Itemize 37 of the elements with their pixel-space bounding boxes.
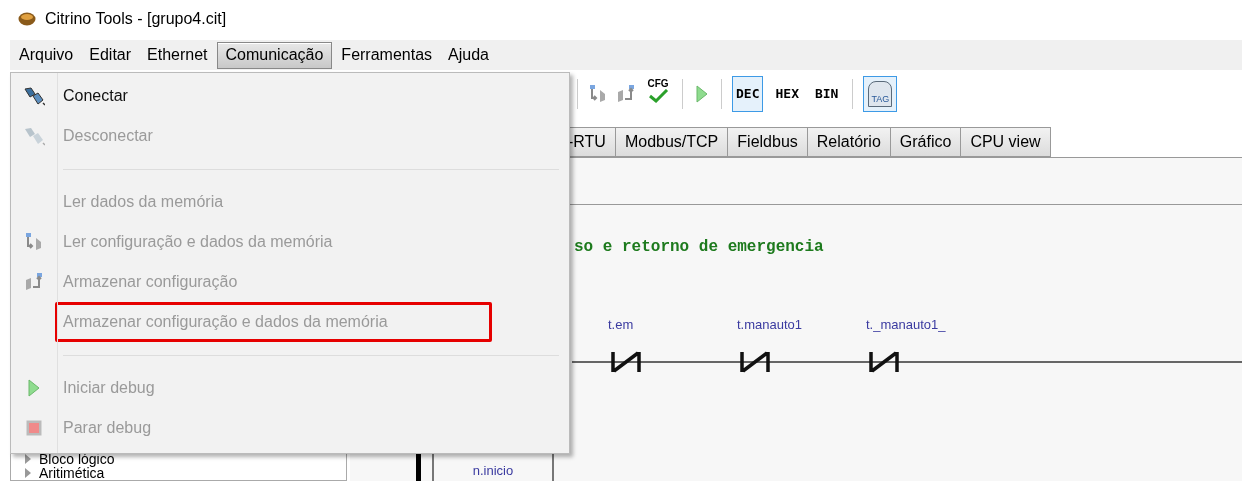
store-arrows-icon [616,84,636,104]
contact-label: t.manauto1 [737,318,803,332]
normally-closed-contact [739,351,771,373]
contact-label: t.em [608,318,634,332]
normally-closed-contact [868,351,900,373]
menu-bar-item[interactable]: Ajuda [441,41,496,69]
tab[interactable]: Fieldbus [727,127,808,157]
normally-closed-contact [610,351,642,373]
tab[interactable]: Modbus/TCP [614,127,729,157]
tree-item[interactable]: Aritimética [25,466,346,480]
rung-comment: so e retorno de emergencia [574,237,824,258]
menu-item[interactable]: Conectar [57,76,128,116]
tab[interactable]: Gráfico [889,127,962,157]
stop-icon [26,420,42,436]
tab[interactable]: Relatório [806,127,891,157]
menu-bar-item[interactable]: Ferramentas [334,41,440,69]
window-title: Citrino Tools - [grupo4.cit] [45,8,227,29]
menu-bar-item[interactable]: Arquivo [12,41,81,69]
menu-bar-item[interactable]: Comunicação [216,41,333,69]
number-format-button[interactable]: HEX [771,76,803,112]
connector-icon [23,86,45,106]
read-arrows-icon [588,84,608,104]
app-logo-icon [18,11,36,26]
config-check-button[interactable]: CFG [644,78,672,110]
contact-label: t._manauto1_ [866,318,946,332]
menu-bar-item[interactable]: Editar [82,41,139,69]
number-format-button[interactable]: BIN [810,76,843,112]
unplugged-connector-icon [23,126,45,146]
store-arrows-icon [24,272,44,292]
tag-button[interactable]: TAG [863,76,898,112]
power-rail [416,451,421,481]
play-icon [27,378,41,398]
checkmark-icon [647,89,669,103]
number-format-button[interactable]: DEC [732,76,764,112]
tab[interactable]: CPU view [960,127,1051,157]
menu-bar-item[interactable]: Ethernet [140,41,215,69]
read-arrows-icon [24,232,44,252]
